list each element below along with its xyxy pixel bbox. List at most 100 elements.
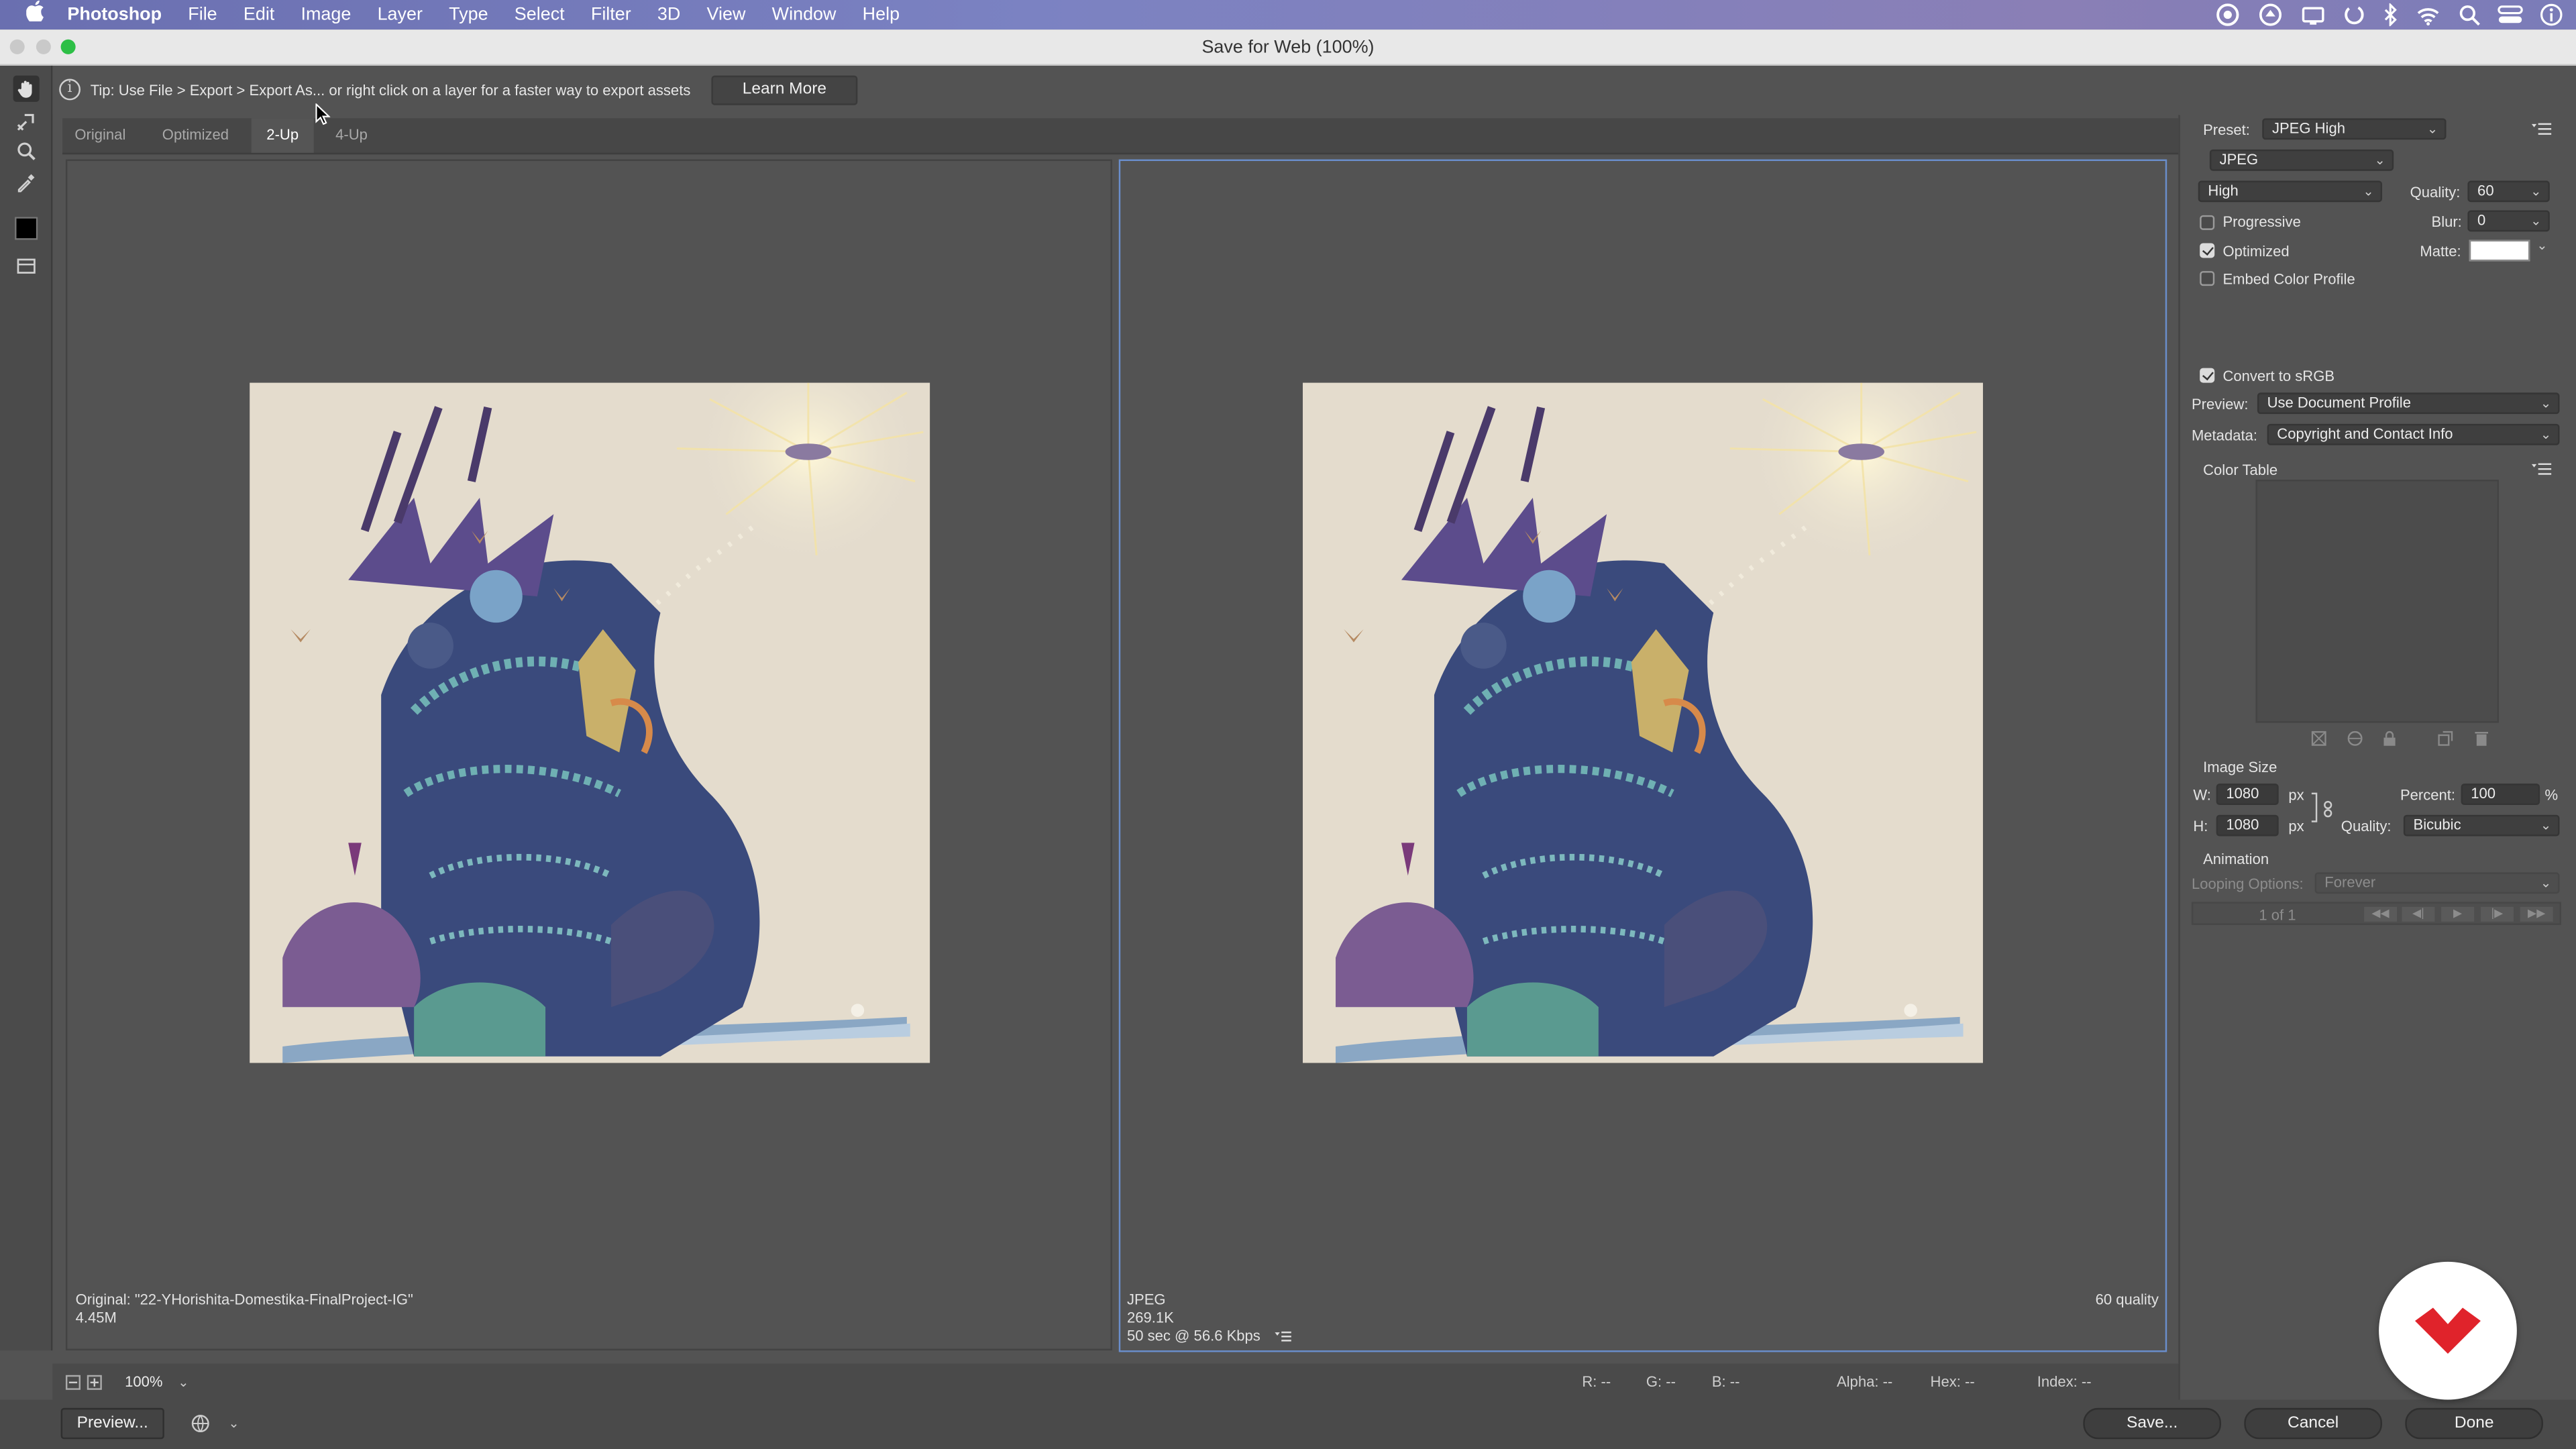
color-table-label: Color Table [2203, 462, 2278, 478]
menu-help[interactable]: Help [849, 0, 913, 30]
looping-options-select[interactable]: Forever ⌄ [2314, 872, 2560, 894]
control-center-icon[interactable] [2497, 3, 2523, 26]
tab-2-up[interactable]: 2-Up [251, 118, 314, 153]
quality-input[interactable]: 60 ⌄ [2467, 180, 2550, 203]
convert-to-srgb-label: Convert to sRGB [2222, 368, 2335, 385]
metadata-select[interactable]: Copyright and Contact Info ⌄ [2267, 423, 2560, 445]
compression-quality-value: High [2208, 182, 2239, 199]
animation-controls: 1 of 1 ◀◀ ◀| ▶ |▶ ▶▶ [2191, 902, 2561, 925]
toggle-slices-icon[interactable] [13, 253, 40, 279]
chevron-down-icon: ⌄ [2536, 238, 2548, 254]
eyedropper-tool-icon[interactable] [13, 169, 40, 195]
eyedropper-color-swatch-icon[interactable] [15, 217, 38, 240]
web-shift-color-icon[interactable] [2347, 731, 2363, 746]
width-input[interactable]: 1080 [2216, 784, 2279, 805]
menu-app-photoshop[interactable]: Photoshop [54, 0, 175, 30]
quality-value: 60 [2477, 182, 2494, 199]
constrain-proportions-link-icon[interactable] [2311, 789, 2338, 832]
image-size-heading: Image Size [2203, 759, 2277, 775]
new-color-icon[interactable] [2438, 731, 2453, 746]
original-caption-size: 4.45M [75, 1309, 117, 1326]
slice-select-tool-icon[interactable] [13, 109, 40, 135]
preview-button[interactable]: Preview... [60, 1407, 164, 1440]
menu-window[interactable]: Window [759, 0, 849, 30]
map-color-icon[interactable] [2311, 731, 2326, 746]
tip-text: Tip: Use File > Export > Export As... or… [90, 82, 691, 99]
tab-optimized[interactable]: Optimized [148, 118, 243, 152]
menu-filter[interactable]: Filter [578, 0, 644, 30]
creative-cloud-icon[interactable] [2214, 3, 2241, 26]
embed-color-profile-label: Embed Color Profile [2222, 271, 2355, 288]
info-icon[interactable] [2540, 3, 2563, 26]
chevron-down-icon: ⌄ [178, 1375, 189, 1390]
spark-icon[interactable] [2257, 3, 2284, 26]
color-table-menu-icon[interactable] [2531, 462, 2552, 476]
tab-original[interactable]: Original [62, 118, 138, 152]
next-frame-icon[interactable]: |▶ [2480, 906, 2514, 922]
convert-to-srgb-checkbox[interactable] [2200, 368, 2215, 383]
zoom-out-icon[interactable] [65, 1375, 80, 1390]
first-frame-icon[interactable]: ◀◀ [2364, 906, 2398, 922]
optimized-caption-quality: 60 quality [2095, 1291, 2159, 1308]
resample-quality-select[interactable]: Bicubic ⌄ [2403, 814, 2560, 837]
embed-color-profile-checkbox[interactable] [2200, 271, 2215, 286]
optimized-checkbox[interactable] [2200, 243, 2215, 258]
chevron-down-icon: ⌄ [2530, 184, 2542, 199]
height-input[interactable]: 1080 [2216, 814, 2279, 837]
percent-label: Percent: [2400, 787, 2456, 804]
compression-quality-select[interactable]: High ⌄ [2198, 180, 2383, 203]
chevron-down-icon: ⌄ [2540, 427, 2552, 442]
menu-select[interactable]: Select [501, 0, 578, 30]
display-icon[interactable] [2300, 3, 2326, 26]
spotlight-search-icon[interactable] [2458, 3, 2481, 26]
optimized-caption-download: 50 sec @ 56.6 Kbps [1127, 1327, 1260, 1344]
window-titlebar: Save for Web (100%) [0, 30, 2576, 66]
bluetooth-icon[interactable] [2382, 3, 2398, 27]
save-button[interactable]: Save... [2083, 1407, 2222, 1440]
menu-type[interactable]: Type [436, 0, 502, 30]
download-rate-menu-icon[interactable] [1275, 1331, 1291, 1344]
menu-file[interactable]: File [175, 0, 231, 30]
menu-image[interactable]: Image [288, 0, 364, 30]
progressive-checkbox[interactable] [2200, 215, 2215, 230]
preview-profile-select[interactable]: Use Document Profile ⌄ [2257, 392, 2560, 415]
learn-more-button[interactable]: Learn More [711, 75, 858, 105]
color-table[interactable] [2255, 480, 2499, 723]
blur-input[interactable]: 0 ⌄ [2467, 210, 2550, 232]
last-frame-icon[interactable]: ▶▶ [2520, 906, 2553, 922]
zoom-level-select[interactable]: 100% ⌄ [115, 1371, 197, 1393]
menu-edit[interactable]: Edit [230, 0, 288, 30]
menu-layer[interactable]: Layer [364, 0, 436, 30]
previous-frame-icon[interactable]: ◀| [2402, 906, 2435, 922]
hand-tool-icon[interactable] [13, 75, 40, 102]
matte-color-select[interactable]: ⌄ [2469, 238, 2551, 262]
chevron-down-icon: ⌄ [228, 1416, 239, 1432]
optimized-preview-pane[interactable]: JPEG 269.1K 50 sec @ 56.6 Kbps 60 qualit… [1118, 159, 2167, 1352]
menu-view[interactable]: View [694, 0, 759, 30]
sync-icon[interactable] [2343, 3, 2365, 26]
play-icon[interactable]: ▶ [2441, 906, 2475, 922]
optimize-menu-icon[interactable] [2531, 121, 2552, 136]
zoom-in-icon[interactable] [87, 1375, 102, 1390]
width-unit: px [2288, 787, 2304, 804]
readout-g: G: -- [1646, 1373, 1676, 1390]
browser-preview-select[interactable]: ⌄ [177, 1407, 247, 1440]
file-format-select[interactable]: JPEG ⌄ [2209, 149, 2394, 171]
done-button[interactable]: Done [2405, 1407, 2544, 1440]
menu-3d[interactable]: 3D [644, 0, 694, 30]
wifi-icon[interactable] [2415, 3, 2441, 26]
blur-value: 0 [2477, 211, 2486, 229]
original-preview-pane[interactable]: Original: "22-YHorishita-Domestika-Final… [65, 159, 1112, 1351]
trash-icon[interactable] [2474, 731, 2489, 746]
height-unit: px [2288, 818, 2304, 835]
percent-input[interactable]: 100 [2461, 784, 2540, 805]
apple-icon[interactable] [0, 0, 54, 30]
chevron-down-icon: ⌄ [2540, 818, 2552, 833]
zoom-tool-icon[interactable] [13, 138, 40, 164]
cancel-button[interactable]: Cancel [2244, 1407, 2383, 1440]
lock-color-icon[interactable] [2382, 731, 2397, 746]
readout-index: Index: -- [2037, 1373, 2092, 1390]
preset-select[interactable]: JPEG High ⌄ [2262, 118, 2447, 140]
frame-counter: 1 of 1 [2259, 906, 2296, 924]
readout-b: B: -- [1711, 1373, 1740, 1390]
